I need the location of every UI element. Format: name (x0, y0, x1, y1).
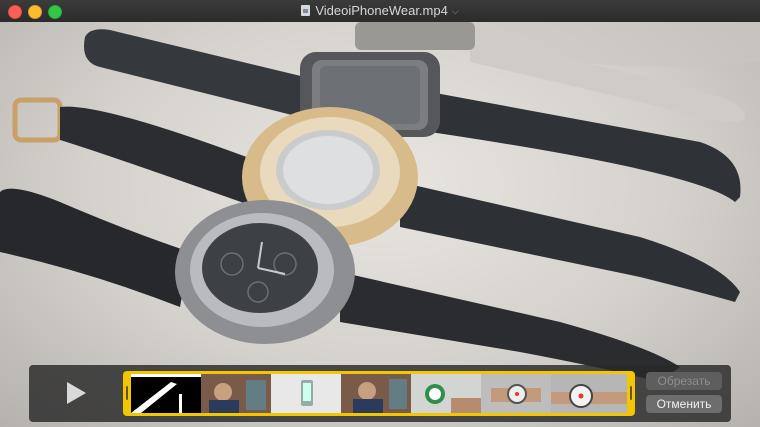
thumbnail-image (411, 374, 481, 413)
thumbnail-image (271, 374, 341, 413)
document-icon (301, 5, 311, 16)
trim-button[interactable]: Обрезать (646, 372, 722, 390)
thumbnail (131, 374, 201, 413)
title-bar: VideoiPhoneWear.mp4 ⌵ (0, 0, 760, 23)
trim-frame[interactable] (123, 371, 635, 416)
grip-icon (630, 386, 632, 400)
video-frame: Обрезать Отменить (0, 22, 760, 427)
thumbnail-image (551, 374, 627, 413)
thumbnail-image (341, 374, 411, 413)
thumbnail (341, 374, 411, 413)
window-title-area[interactable]: VideoiPhoneWear.mp4 ⌵ (0, 3, 760, 19)
cancel-button[interactable]: Отменить (646, 395, 722, 413)
thumbnail (411, 374, 481, 413)
chevron-down-icon[interactable]: ⌵ (452, 3, 459, 19)
trim-bar: Обрезать Отменить (29, 365, 731, 422)
thumbnail (481, 374, 551, 413)
grip-icon (126, 386, 128, 400)
thumbnail (201, 374, 271, 413)
trim-start-handle[interactable] (123, 371, 131, 416)
play-icon[interactable] (67, 382, 86, 404)
thumbnail (551, 374, 627, 413)
thumbnail-strip (131, 374, 627, 413)
window-title: VideoiPhoneWear.mp4 (315, 3, 448, 18)
thumbnail-image (201, 374, 271, 413)
thumbnail (271, 374, 341, 413)
thumbnail-image (131, 374, 201, 413)
thumbnail-image (481, 374, 551, 413)
trim-end-handle[interactable] (627, 371, 635, 416)
